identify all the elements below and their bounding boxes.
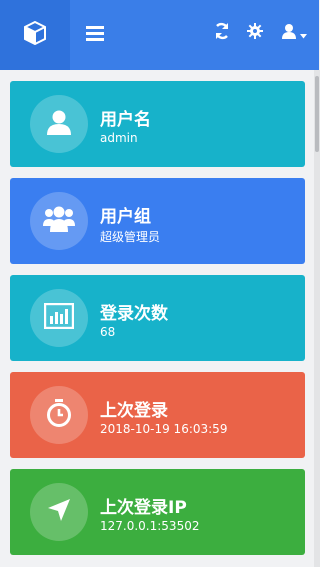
card-value: 127.0.0.1:53502 [100, 519, 200, 533]
settings-button[interactable] [243, 21, 267, 45]
user-group-icon [43, 206, 75, 236]
card-title: 上次登录IP [100, 498, 187, 518]
refresh-button[interactable] [210, 21, 234, 45]
card-icon-circle [30, 95, 88, 153]
hamburger-menu-icon [86, 25, 104, 45]
top-navbar [0, 0, 319, 70]
cube-icon [24, 20, 46, 49]
page-scrollbar[interactable] [314, 70, 320, 567]
card-value: admin [100, 131, 138, 145]
last-login-card: 上次登录 2018-10-19 16:03:59 [10, 372, 305, 458]
user-menu-button[interactable] [276, 21, 312, 45]
location-arrow-icon [47, 498, 71, 526]
card-icon-circle [30, 483, 88, 541]
gear-icon [247, 23, 263, 43]
card-title: 登录次数 [100, 304, 168, 324]
menu-toggle-button[interactable] [80, 20, 110, 50]
card-title: 用户名 [100, 110, 151, 130]
card-title: 上次登录 [100, 401, 168, 421]
card-title: 用户组 [100, 207, 151, 227]
user-group-card: 用户组 超级管理员 [10, 178, 305, 264]
user-icon [281, 23, 297, 43]
card-value: 2018-10-19 16:03:59 [100, 422, 228, 436]
user-icon [46, 109, 72, 139]
refresh-icon [214, 22, 230, 44]
card-icon-circle [30, 192, 88, 250]
username-card: 用户名 admin [10, 81, 305, 167]
card-icon-circle [30, 289, 88, 347]
last-login-ip-card: 上次登录IP 127.0.0.1:53502 [10, 469, 305, 555]
login-count-card: 登录次数 68 [10, 275, 305, 361]
brand-logo[interactable] [0, 0, 70, 70]
card-icon-circle [30, 386, 88, 444]
clock-icon [46, 399, 72, 431]
card-value: 68 [100, 325, 116, 339]
bar-chart-icon [43, 302, 75, 333]
scrollbar-thumb[interactable] [315, 76, 319, 152]
card-value: 超级管理员 [100, 230, 161, 244]
caret-down-icon [300, 24, 307, 43]
